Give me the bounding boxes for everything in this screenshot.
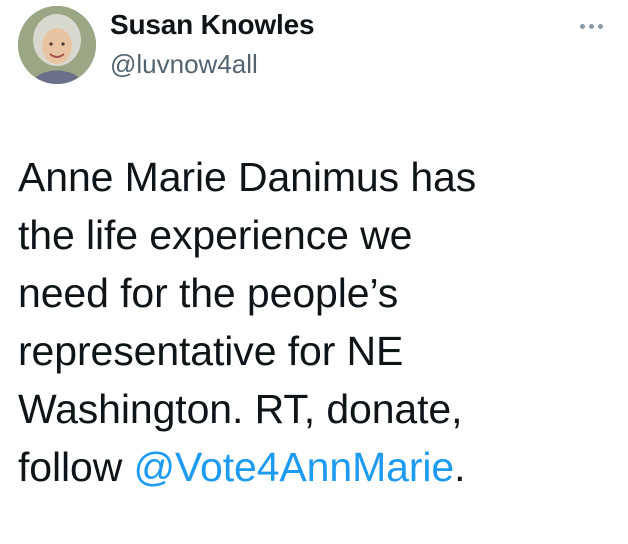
tweet-line: representative for NE xyxy=(18,328,404,374)
dot xyxy=(598,23,603,29)
tweet-text-segment: follow xyxy=(18,444,134,490)
tweet-line: need for the people’s xyxy=(18,270,399,316)
mention-link[interactable]: @Vote4AnnMarie xyxy=(134,444,455,490)
tweet-line: Anne Marie Danimus has xyxy=(18,154,477,200)
display-name[interactable]: Susan Knowles xyxy=(110,9,315,41)
tweet-text-segment: . xyxy=(454,444,466,490)
tweet-line: the life experience we xyxy=(18,212,413,258)
avatar-photo xyxy=(18,6,96,84)
avatar[interactable] xyxy=(18,6,96,84)
tweet-line: Washington. RT, donate, xyxy=(18,386,463,432)
tweet-text: Anne Marie Danimus has the life experien… xyxy=(18,148,618,496)
user-handle[interactable]: @luvnow4all xyxy=(110,49,258,80)
tweet-line-last: follow @Vote4AnnMarie. xyxy=(18,438,618,496)
dot xyxy=(580,23,585,29)
tweet-card: Susan Knowles @luvnow4all Anne Marie Dan… xyxy=(0,0,628,544)
more-horizontal-icon[interactable] xyxy=(580,20,608,32)
dot xyxy=(589,23,594,29)
